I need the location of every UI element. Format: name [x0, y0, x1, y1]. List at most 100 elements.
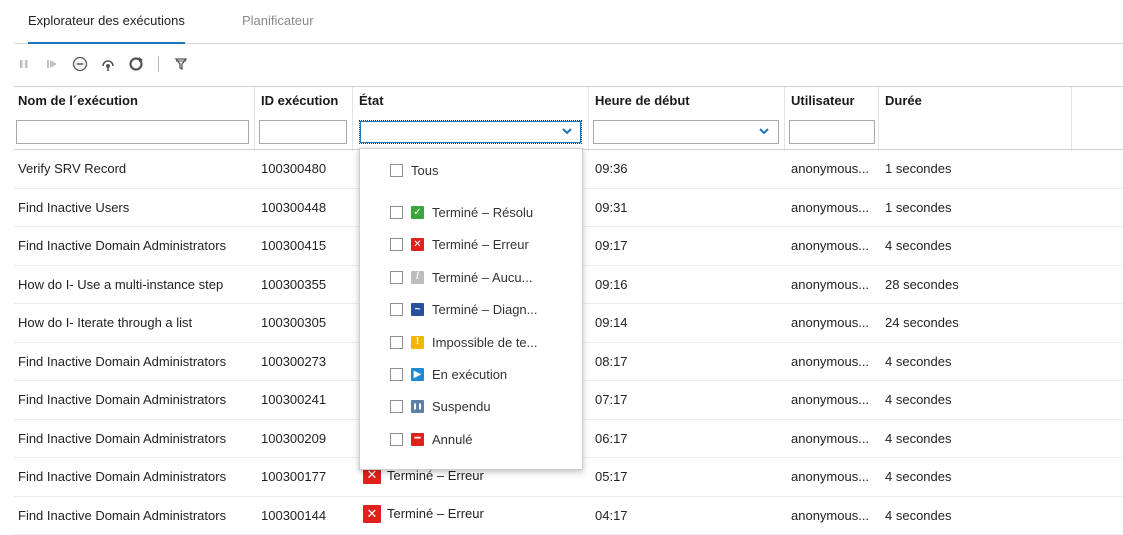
- filter-icon[interactable]: [171, 54, 191, 74]
- run-id-cell: 100300209: [257, 431, 326, 446]
- col-header-state[interactable]: État: [355, 93, 384, 108]
- state-option-all[interactable]: Tous: [390, 163, 438, 178]
- header-row: Nom de l´exécution ID exécution État Heu…: [14, 86, 1123, 118]
- filter-row: [14, 118, 1123, 150]
- resume-icon[interactable]: [42, 54, 62, 74]
- start-time-cell: 07:17: [591, 392, 628, 407]
- state-option[interactable]: ✕Terminé – Erreur: [390, 237, 529, 252]
- tab-run-explorer[interactable]: Explorateur des exécutions: [28, 12, 185, 44]
- option-label: Terminé – Diagn...: [432, 302, 538, 317]
- cancelled-icon: ━: [411, 433, 424, 446]
- user-cell: anonymous...: [787, 315, 869, 330]
- run-name-cell: Find Inactive Domain Administrators: [14, 392, 226, 407]
- option-label: Suspendu: [432, 399, 491, 414]
- checkbox[interactable]: [390, 238, 403, 251]
- toolbar: [14, 52, 191, 76]
- state-option[interactable]: /Terminé – Aucu...: [390, 270, 532, 285]
- warning-icon: !: [411, 336, 424, 349]
- duration-cell: 28 secondes: [881, 277, 959, 292]
- run-name-cell: Find Inactive Domain Administrators: [14, 469, 226, 484]
- start-time-cell: 09:16: [591, 277, 628, 292]
- state-option[interactable]: ━ Annulé: [390, 432, 472, 447]
- state-option[interactable]: ~Terminé – Diagn...: [390, 302, 538, 317]
- run-name-cell: Find Inactive Users: [14, 200, 129, 215]
- col-header-name[interactable]: Nom de l´exécution: [14, 93, 138, 108]
- chevron-down-icon: [758, 125, 770, 137]
- col-header-user[interactable]: Utilisateur: [787, 93, 855, 108]
- run-name-cell: Find Inactive Domain Administrators: [14, 238, 226, 253]
- run-id-cell: 100300355: [257, 277, 326, 292]
- state-filter-select[interactable]: [359, 120, 582, 144]
- duration-cell: 1 secondes: [881, 200, 952, 215]
- col-header-duration[interactable]: Durée: [881, 93, 922, 108]
- checkbox[interactable]: [390, 206, 403, 219]
- checkbox[interactable]: [390, 303, 403, 316]
- duration-cell: 4 secondes: [881, 431, 952, 446]
- checkbox[interactable]: [390, 368, 403, 381]
- option-label: Terminé – Aucu...: [432, 270, 532, 285]
- option-label: Annulé: [432, 432, 472, 447]
- user-cell: anonymous...: [787, 161, 869, 176]
- run-state-cell: ✕ Terminé – Erreur: [359, 505, 484, 523]
- checkbox[interactable]: [390, 271, 403, 284]
- start-time-cell: 04:17: [591, 508, 628, 523]
- run-id-cell: 100300241: [257, 392, 326, 407]
- user-cell: anonymous...: [787, 200, 869, 215]
- start-time-cell: 05:17: [591, 469, 628, 484]
- run-id-cell: 100300273: [257, 354, 326, 369]
- name-filter-input[interactable]: [16, 120, 249, 144]
- run-name-cell: Find Inactive Domain Administrators: [14, 508, 226, 523]
- run-id-cell: 100300177: [257, 469, 326, 484]
- pause-icon[interactable]: [14, 54, 34, 74]
- state-option[interactable]: ! Impossible de te...: [390, 335, 538, 350]
- id-filter-input[interactable]: [259, 120, 347, 144]
- reassign-icon[interactable]: [98, 54, 118, 74]
- run-name-cell: Verify SRV Record: [14, 161, 126, 176]
- state-option[interactable]: ▶En exécution: [390, 367, 507, 382]
- paused-icon: ❚❚: [411, 400, 424, 413]
- option-label: Terminé – Erreur: [432, 237, 529, 252]
- duration-cell: 4 secondes: [881, 392, 952, 407]
- run-id-cell: 100300448: [257, 200, 326, 215]
- duration-cell: 4 secondes: [881, 508, 952, 523]
- duration-cell: 1 secondes: [881, 161, 952, 176]
- option-label: Tous: [411, 163, 438, 178]
- tab-scheduler[interactable]: Planificateur: [242, 12, 314, 44]
- start-time-cell: 09:31: [591, 200, 628, 215]
- run-name-cell: How do I- Use a multi-instance step: [14, 277, 223, 292]
- duration-cell: 4 secondes: [881, 354, 952, 369]
- error-icon: ✕: [363, 505, 381, 523]
- checkbox[interactable]: [390, 433, 403, 446]
- run-id-cell: 100300415: [257, 238, 326, 253]
- state-label: Terminé – Erreur: [387, 506, 484, 521]
- run-id-cell: 100300305: [257, 315, 326, 330]
- user-cell: anonymous...: [787, 469, 869, 484]
- checkbox[interactable]: [390, 400, 403, 413]
- start-time-cell: 09:36: [591, 161, 628, 176]
- run-name-cell: Find Inactive Domain Administrators: [14, 354, 226, 369]
- toolbar-separator: [158, 56, 159, 72]
- run-name-cell: How do I- Iterate through a list: [14, 315, 192, 330]
- refresh-icon[interactable]: [126, 54, 146, 74]
- checkbox[interactable]: [390, 336, 403, 349]
- chevron-down-icon: [561, 125, 573, 137]
- table-row[interactable]: Find Inactive Domain Administrators10030…: [14, 497, 1123, 535]
- user-cell: anonymous...: [787, 431, 869, 446]
- col-header-id[interactable]: ID exécution: [257, 93, 338, 108]
- user-cell: anonymous...: [787, 354, 869, 369]
- state-option[interactable]: ❚❚ Suspendu: [390, 399, 491, 414]
- state-filter-dropdown: Tous ✓Terminé – Résolu ✕Terminé – Erreur /…: [359, 148, 583, 470]
- state-option[interactable]: ✓Terminé – Résolu: [390, 205, 533, 220]
- user-filter-input[interactable]: [789, 120, 875, 144]
- option-label: Impossible de te...: [432, 335, 538, 350]
- cancel-icon[interactable]: [70, 54, 90, 74]
- start-time-cell: 06:17: [591, 431, 628, 446]
- start-time-cell: 09:17: [591, 238, 628, 253]
- run-id-cell: 100300480: [257, 161, 326, 176]
- start-time-cell: 08:17: [591, 354, 628, 369]
- start-filter-select[interactable]: [593, 120, 779, 144]
- start-time-cell: 09:14: [591, 315, 628, 330]
- col-header-start[interactable]: Heure de début: [591, 93, 690, 108]
- checkbox[interactable]: [390, 164, 403, 177]
- option-label: Terminé – Résolu: [432, 205, 533, 220]
